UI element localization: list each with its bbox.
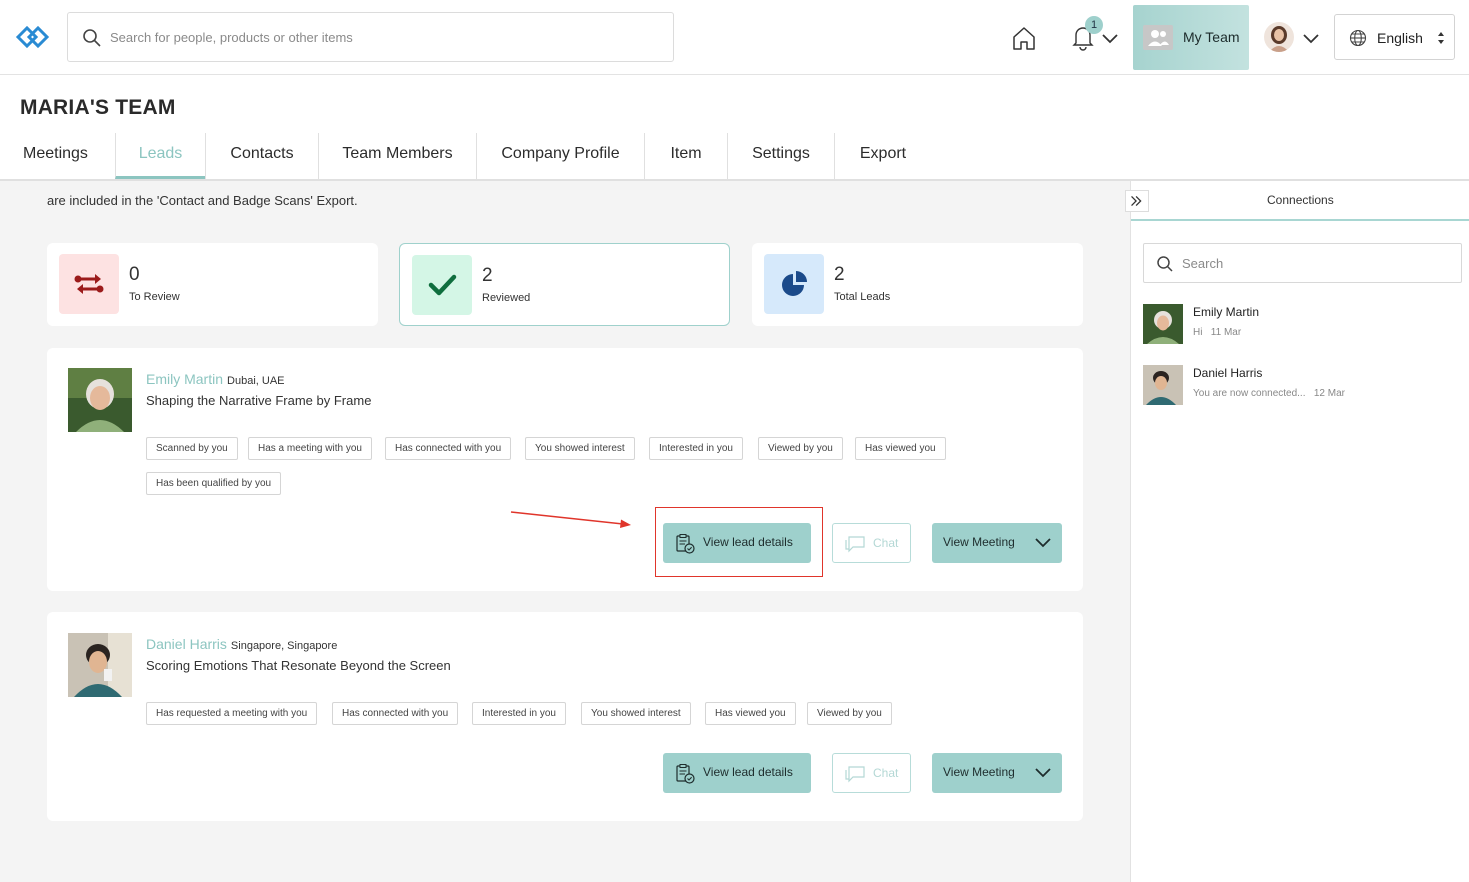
- stat-value: 2: [834, 264, 845, 285]
- connection-avatar: [1143, 365, 1183, 405]
- chat-button[interactable]: Chat: [832, 523, 911, 563]
- home-icon[interactable]: [1010, 24, 1038, 52]
- title-bar: [0, 75, 1469, 133]
- lead-tag: Scanned by you: [146, 437, 238, 460]
- connections-search: [1143, 243, 1462, 283]
- connection-name: Emily Martin: [1193, 305, 1260, 319]
- chat-button[interactable]: Chat: [832, 753, 911, 793]
- stat-label: Total Leads: [834, 291, 891, 303]
- chevron-down-icon[interactable]: [1302, 29, 1320, 47]
- chevron-down-icon[interactable]: [1034, 765, 1052, 781]
- tab-contacts[interactable]: Contacts: [205, 133, 318, 179]
- pie-chart-icon: [764, 254, 824, 314]
- lead-card: Emily Martin Dubai, UAE Shaping the Narra…: [47, 348, 1083, 591]
- collapse-panel-button[interactable]: [1125, 190, 1149, 212]
- button-label: View lead details: [703, 765, 793, 779]
- tab-leads[interactable]: Leads: [115, 133, 205, 179]
- lead-tag: Viewed by you: [758, 437, 843, 460]
- lead-tag: Interested in you: [649, 437, 743, 460]
- lead-name[interactable]: Emily Martin Dubai, UAE: [146, 371, 285, 387]
- chevron-down-icon[interactable]: [1101, 29, 1119, 47]
- chevron-down-icon[interactable]: [1034, 535, 1052, 551]
- button-label: Chat: [873, 536, 899, 550]
- chat-icon: [845, 536, 865, 553]
- lead-title: Shaping the Narrative Frame by Frame: [146, 393, 372, 408]
- connection-item[interactable]: Emily Martin Hi 11 Mar: [1143, 304, 1453, 346]
- connection-name: Daniel Harris: [1193, 366, 1263, 380]
- connections-panel: Connections Emily Martin Hi 11 Mar: [1125, 181, 1469, 882]
- lead-tag: Has been qualified by you: [146, 472, 282, 495]
- annotation-highlight: [655, 507, 823, 577]
- lead-title: Scoring Emotions That Resonate Beyond th…: [146, 658, 451, 673]
- language-value: English: [1377, 30, 1423, 46]
- lead-avatar[interactable]: [68, 368, 132, 432]
- search-icon: [83, 29, 101, 47]
- globe-icon: [1349, 29, 1367, 47]
- tab-settings[interactable]: Settings: [727, 133, 834, 179]
- connection-message: You are now connected... 12 Mar: [1193, 388, 1345, 399]
- annotation-arrow: [510, 511, 631, 528]
- connections-search-input[interactable]: [1182, 244, 1452, 282]
- connections-tab[interactable]: Connections: [1131, 181, 1469, 221]
- lead-tag: Has connected with you: [385, 437, 512, 460]
- lead-tag: Interested in you: [472, 702, 566, 725]
- my-team-label: My Team: [1183, 29, 1240, 45]
- button-label: Chat: [873, 766, 899, 780]
- stat-label: To Review: [129, 291, 180, 303]
- stat-label: Reviewed: [482, 292, 531, 304]
- global-search: [67, 12, 674, 62]
- lead-card: Daniel Harris Singapore, Singapore Scorin…: [47, 612, 1083, 821]
- tab-company-profile[interactable]: Company Profile: [476, 133, 644, 179]
- lead-location: Dubai, UAE: [227, 375, 285, 387]
- connection-message: Hi 11 Mar: [1193, 327, 1242, 338]
- user-avatar[interactable]: [1264, 22, 1294, 52]
- tab-team-members[interactable]: Team Members: [318, 133, 476, 179]
- stat-total-leads[interactable]: 2 Total Leads: [752, 243, 1083, 326]
- lead-tag: Has viewed you: [705, 702, 796, 725]
- lead-tag: Has requested a meeting with you: [146, 702, 318, 725]
- team-avatar-icon: [1143, 25, 1173, 50]
- lead-location: Singapore, Singapore: [230, 640, 338, 652]
- search-input[interactable]: [110, 13, 660, 61]
- connection-date: 12 Mar: [1313, 388, 1345, 399]
- lead-tag: You showed interest: [525, 437, 635, 460]
- button-label: View Meeting: [943, 765, 1015, 779]
- view-meeting-button[interactable]: View Meeting: [932, 523, 1062, 563]
- view-meeting-button[interactable]: View Meeting: [932, 753, 1062, 793]
- page-title: MARIA'S TEAM: [20, 96, 176, 119]
- search-icon: [1157, 256, 1173, 272]
- lead-name[interactable]: Daniel Harris Singapore, Singapore: [146, 636, 337, 652]
- logo-icon[interactable]: [14, 22, 52, 52]
- check-icon: [412, 255, 472, 315]
- lead-tag: You showed interest: [581, 702, 691, 725]
- language-select[interactable]: English: [1334, 14, 1455, 60]
- swap-icon: [59, 254, 119, 314]
- updown-arrow-icon: [1438, 32, 1444, 44]
- stat-value: 2: [482, 265, 493, 286]
- tab-item[interactable]: Item: [644, 133, 727, 179]
- intro-text: are included in the 'Contact and Badge S…: [47, 193, 358, 208]
- lead-avatar[interactable]: [68, 633, 132, 697]
- button-label: View Meeting: [943, 535, 1015, 549]
- stat-to-review[interactable]: 0 To Review: [47, 243, 378, 326]
- clipboard-check-icon: [676, 764, 695, 784]
- view-lead-details-button[interactable]: View lead details: [663, 753, 811, 793]
- chat-icon: [845, 766, 865, 783]
- tab-meetings[interactable]: Meetings: [23, 133, 88, 179]
- lead-tag: Has a meeting with you: [248, 437, 372, 460]
- lead-tag: Has viewed you: [855, 437, 946, 460]
- lead-tag: Viewed by you: [807, 702, 892, 725]
- tab-bar: Meetings Leads Contacts Team Members Com…: [0, 133, 1469, 181]
- connection-avatar: [1143, 304, 1183, 344]
- tab-export[interactable]: Export: [834, 133, 931, 179]
- stat-value: 0: [129, 264, 140, 285]
- my-team-button[interactable]: My Team: [1133, 5, 1249, 70]
- double-chevron-right-icon: [1131, 196, 1142, 206]
- lead-tag: Has connected with you: [332, 702, 459, 725]
- connection-date: 11 Mar: [1210, 327, 1242, 338]
- top-bar: 1 My Team: [0, 0, 1469, 75]
- connection-item[interactable]: Daniel Harris You are now connected... 1…: [1143, 365, 1453, 407]
- stat-reviewed[interactable]: 2 Reviewed: [399, 243, 730, 326]
- connections-title: Connections: [1267, 193, 1334, 207]
